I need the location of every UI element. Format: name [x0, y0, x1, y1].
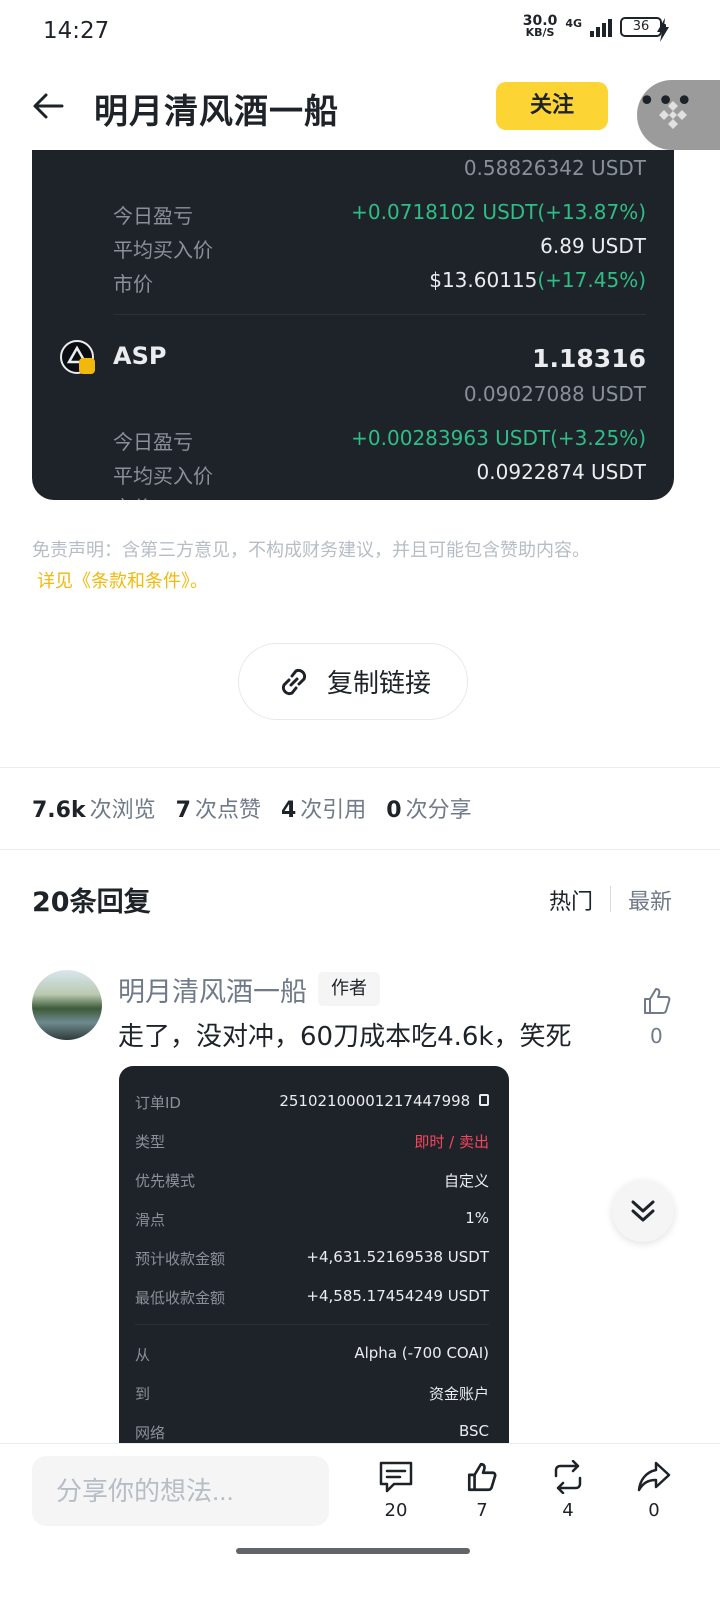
battery-level: 36 — [632, 19, 650, 34]
copy-link-button[interactable]: 复制链接 — [238, 643, 468, 720]
sort-new-tab[interactable]: 最新 — [628, 884, 672, 916]
chain-badge-icon — [79, 358, 95, 374]
holdings-card: 0.58826342 USDT 今日盈亏 +0.0718102 USDT(+13… — [32, 150, 674, 500]
comment-count: 20 — [384, 1500, 408, 1521]
order-priority-row: 优先模式 自定义 — [135, 1172, 489, 1190]
coin-amount: 1.18316 — [532, 344, 646, 373]
today-pnl-value: +0.00283963 USDT(+3.25%) — [351, 426, 646, 450]
order-type-row: 类型 即时 / 卖出 — [135, 1133, 489, 1151]
coin-symbol[interactable]: ASP — [113, 342, 166, 370]
avg-price-label: 平均买入价 — [113, 464, 213, 488]
holding-divider — [113, 314, 646, 315]
comment-username[interactable]: 明月清风酒一船 — [118, 970, 307, 1009]
comment-image[interactable]: 订单ID 25102100001217447998 类型 即时 / 卖出 优先模… — [119, 1066, 509, 1446]
order-divider — [135, 1324, 489, 1325]
back-arrow-icon[interactable] — [30, 88, 66, 124]
share-action[interactable]: 0 — [629, 1460, 679, 1521]
link-icon — [281, 668, 307, 695]
scroll-to-bottom-button[interactable] — [612, 1180, 674, 1242]
like-action[interactable]: 7 — [457, 1460, 507, 1521]
terms-link[interactable]: 详见《条款和条件》。 — [37, 567, 208, 593]
today-pnl-label: 今日盈亏 — [113, 204, 193, 228]
more-options-button[interactable]: ••• — [638, 84, 694, 119]
market-price-value: $13.60115(+17.45%) — [429, 268, 646, 292]
avg-price-value: 0.0922874 USDT — [476, 460, 646, 484]
market-price-label: 市价 — [113, 492, 153, 500]
stat-quotes: 4 次引用 — [280, 798, 367, 823]
comment-icon — [379, 1461, 413, 1493]
status-indicators: 30.0 KB/S 4G 36 — [523, 14, 666, 39]
charging-icon — [657, 18, 669, 42]
avg-price-label: 平均买入价 — [113, 238, 213, 262]
follow-button[interactable]: 关注 — [496, 82, 608, 130]
divider — [0, 849, 720, 850]
order-min-row: 最低收款金额 +4,585.17454249 USDT — [135, 1287, 489, 1307]
order-slippage-row: 滑点 1% — [135, 1209, 489, 1229]
share-thoughts-input[interactable] — [32, 1456, 329, 1526]
comment-text: 走了，没对冲，60刀成本吃4.6k，笑死 — [118, 1022, 572, 1052]
avatar[interactable] — [32, 970, 102, 1040]
order-expected-row: 预计收款金额 +4,631.52169538 USDT — [135, 1248, 489, 1268]
network-speed-unit: KB/S — [525, 26, 555, 39]
order-id-row: 订单ID 25102100001217447998 — [135, 1092, 489, 1113]
repost-action[interactable]: 4 — [543, 1459, 593, 1521]
disclaimer-text: 免责声明：含第三方意见，不构成财务建议，并且可能包含赞助内容。 — [32, 540, 590, 561]
order-from-row: 从 Alpha (-700 COAI) — [135, 1344, 489, 1364]
replies-title: 20条回复 — [32, 887, 151, 918]
comment-action[interactable]: 20 — [371, 1460, 421, 1521]
post-stats: 7.6k 次浏览 7 次点赞 4 次引用 0 次分享 — [32, 792, 472, 824]
like-count: 7 — [476, 1500, 488, 1521]
coin-amount-usdt: 0.09027088 USDT — [463, 382, 646, 406]
home-indicator[interactable] — [236, 1548, 470, 1554]
copy-link-label: 复制链接 — [326, 669, 431, 699]
today-pnl-label: 今日盈亏 — [113, 430, 193, 454]
order-network-row: 网络 BSC — [135, 1422, 489, 1442]
comment-like-count: 0 — [650, 1024, 663, 1048]
thumbs-up-icon[interactable] — [641, 985, 673, 1017]
divider — [0, 767, 720, 768]
share-count: 0 — [648, 1500, 660, 1521]
sort-separator — [610, 886, 611, 912]
signal-icon — [590, 17, 612, 37]
page-title: 明月清风酒一船 — [94, 92, 339, 132]
stat-shares: 0 次分享 — [386, 798, 472, 823]
author-badge: 作者 — [318, 972, 380, 1006]
repost-count: 4 — [562, 1500, 574, 1521]
order-to-row: 到 资金账户 — [135, 1385, 489, 1403]
market-price: $13.60115 — [429, 268, 538, 292]
holding-amount-usdt: 0.58826342 USDT — [463, 156, 646, 180]
network-type: 4G — [565, 16, 582, 30]
share-icon — [637, 1461, 671, 1492]
market-change: (+17.45%) — [537, 268, 646, 292]
copy-icon — [479, 1094, 489, 1106]
stat-likes: 7 次点赞 — [175, 798, 261, 823]
status-time: 14:27 — [43, 18, 110, 44]
market-price-label: 市价 — [113, 272, 153, 296]
network-speed: 30.0 KB/S — [523, 14, 558, 39]
sort-hot-tab[interactable]: 热门 — [549, 884, 593, 916]
double-chevron-down-icon — [631, 1200, 655, 1222]
stat-views: 7.6k 次浏览 — [32, 798, 156, 823]
avg-price-value: 6.89 USDT — [540, 234, 646, 258]
thumbs-up-icon — [467, 1462, 497, 1492]
today-pnl-value: +0.0718102 USDT(+13.87%) — [351, 200, 646, 224]
repost-icon — [554, 1459, 582, 1495]
